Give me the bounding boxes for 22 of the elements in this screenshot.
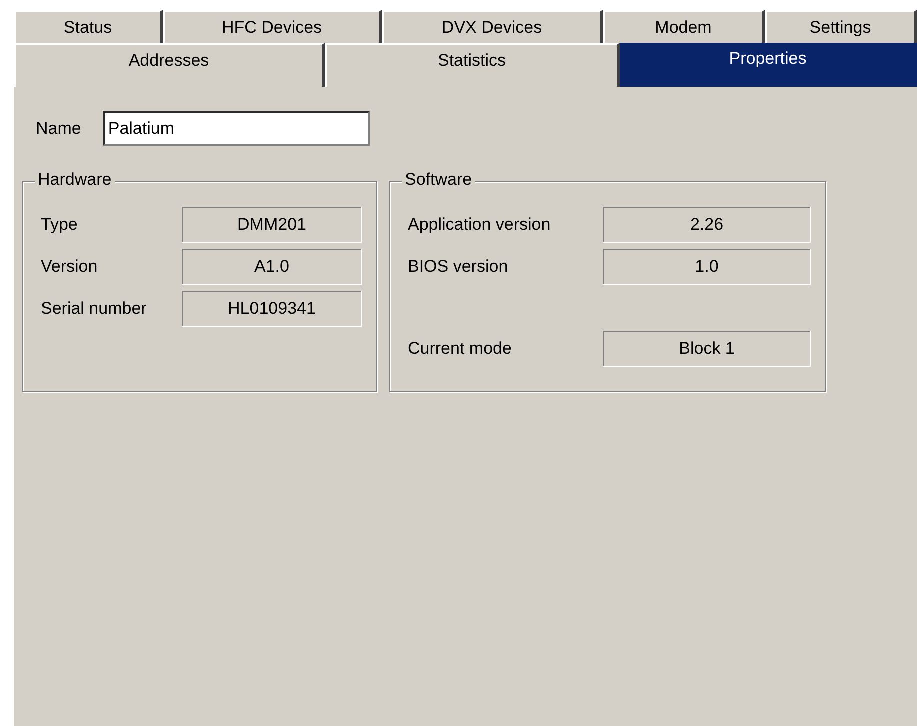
value-field: A1.0 [182,249,362,285]
tab[interactable]: HFC Devices [163,10,382,43]
field-label: Type [41,215,78,235]
tab[interactable]: Addresses [14,43,325,87]
value-field: Block 1 [603,331,811,367]
value-field: 2.26 [603,207,811,243]
tab[interactable]: Settings [765,10,917,43]
field-label: Serial number [41,299,147,319]
field-label: BIOS version [408,257,508,277]
field-label: Application version [408,215,551,235]
tab[interactable]: Modem [603,10,765,43]
tab[interactable]: DVX Devices [382,10,603,43]
value-field: DMM201 [182,207,362,243]
value-field: 1.0 [603,249,811,285]
value-field: HL0109341 [182,291,362,327]
name-field[interactable]: Palatium [103,111,370,146]
tab[interactable]: Statistics [325,43,620,87]
field-label: Version [41,257,98,277]
field-label: Current mode [408,339,512,359]
name-label: Name [36,118,82,138]
tab[interactable]: Properties [620,43,917,87]
tab[interactable]: Status [14,10,163,43]
